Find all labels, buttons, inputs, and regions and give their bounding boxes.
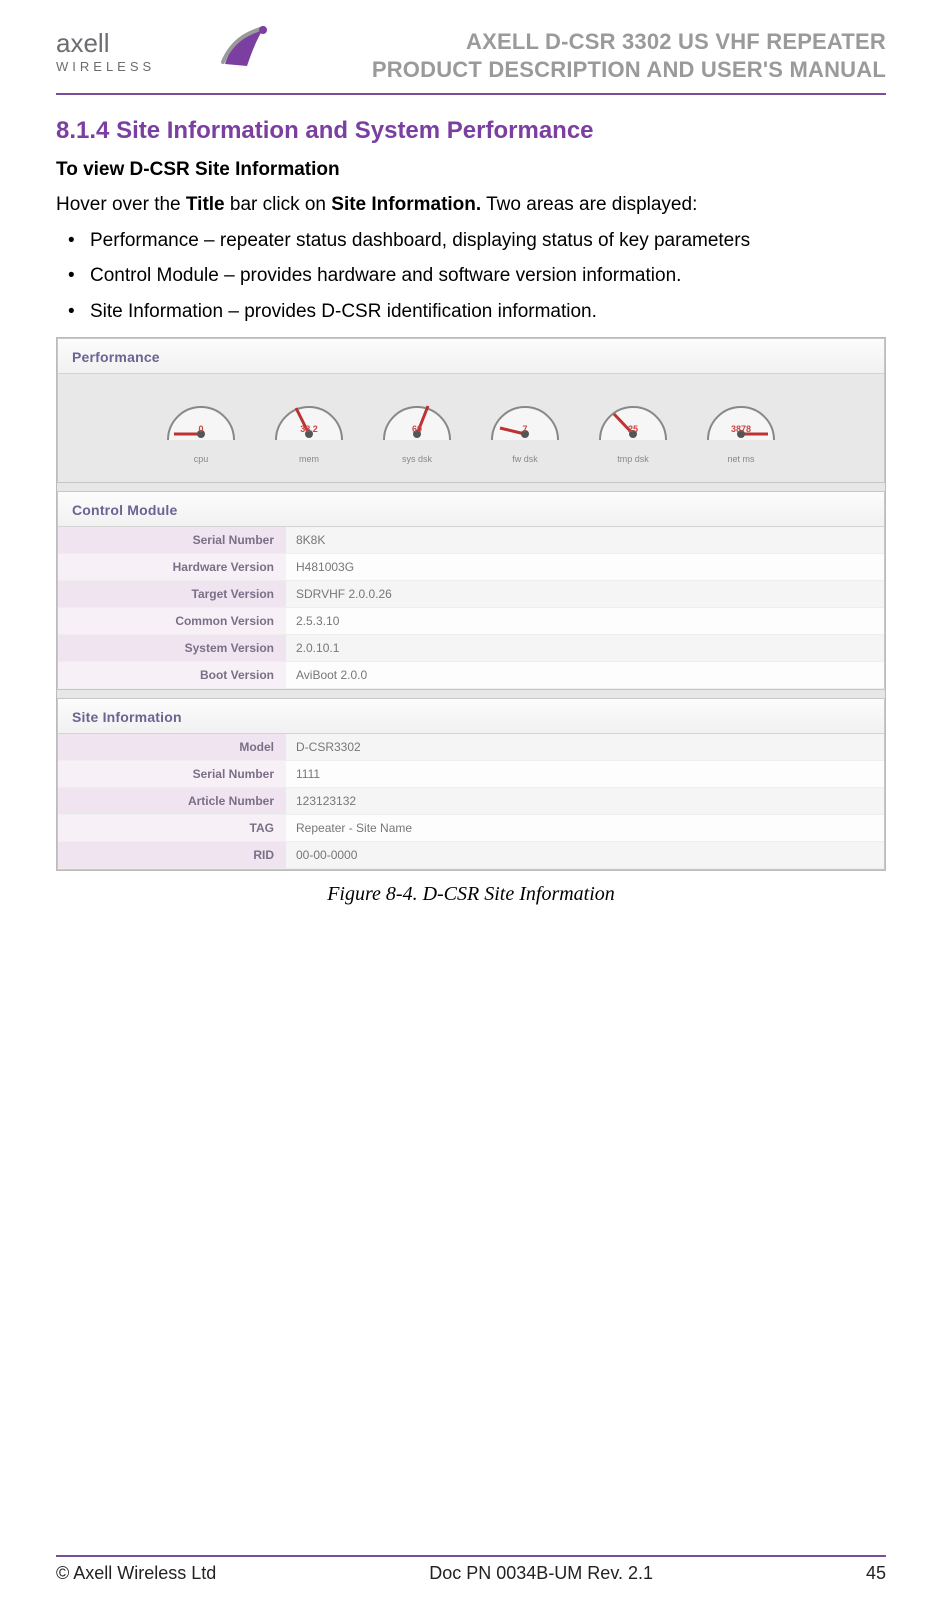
logo: axell WIRELESS <box>56 28 269 74</box>
intro-bold2: Site Information. <box>331 194 481 215</box>
bullet-item: Site Information – provides D-CSR identi… <box>64 298 886 326</box>
row-value: 1111 <box>286 761 884 787</box>
document-title-line1: AXELL D-CSR 3302 US VHF REPEATER <box>466 29 886 54</box>
document-title-line2: PRODUCT DESCRIPTION AND USER'S MANUAL <box>372 57 886 82</box>
gauge-label: fw dsk <box>482 454 568 464</box>
table-row: Common Version2.5.3.10 <box>58 608 884 635</box>
bullet-list: Performance – repeater status dashboard,… <box>56 227 886 326</box>
control-module-rows: Serial Number8K8K Hardware VersionH48100… <box>58 527 884 689</box>
row-value: 00-00-0000 <box>286 842 884 868</box>
row-value: 8K8K <box>286 527 884 553</box>
gauge-value: 25 <box>628 424 638 434</box>
figure-caption: Figure 8-4. D-CSR Site Information <box>56 883 886 906</box>
brand-subname: WIRELESS <box>56 59 155 74</box>
gauge-value: 0 <box>198 424 203 434</box>
row-value: D-CSR3302 <box>286 734 884 760</box>
gauge-sys-dsk: 60 sys dsk <box>374 388 460 464</box>
table-row: Serial Number1111 <box>58 761 884 788</box>
table-row: System Version2.0.10.1 <box>58 635 884 662</box>
table-row: Serial Number8K8K <box>58 527 884 554</box>
performance-panel: Performance 0 cpu 38.2 mem 60 sys dsk 7 … <box>57 338 885 483</box>
intro-prefix: Hover over the <box>56 194 186 215</box>
gauge-value: 38.2 <box>300 424 318 434</box>
row-label: Article Number <box>58 788 286 814</box>
table-row: ModelD-CSR3302 <box>58 734 884 761</box>
row-value: H481003G <box>286 554 884 580</box>
control-module-panel: Control Module Serial Number8K8K Hardwar… <box>57 491 885 690</box>
page-footer: © Axell Wireless Ltd Doc PN 0034B-UM Rev… <box>56 1555 886 1584</box>
control-module-panel-title: Control Module <box>58 492 884 527</box>
intro-text: Hover over the Title bar click on Site I… <box>56 191 886 219</box>
performance-panel-title: Performance <box>58 339 884 374</box>
logo-swoosh-icon <box>221 24 269 68</box>
gauge-row: 0 cpu 38.2 mem 60 sys dsk 7 fw dsk 25 <box>58 388 884 464</box>
table-row: Article Number123123132 <box>58 788 884 815</box>
intro-mid: bar click on <box>225 194 332 215</box>
section-title: Site Information and System Performance <box>116 117 593 144</box>
row-value: Repeater - Site Name <box>286 815 884 841</box>
gauge-label: net ms <box>698 454 784 464</box>
gauge-label: cpu <box>158 454 244 464</box>
table-row: Hardware VersionH481003G <box>58 554 884 581</box>
bullet-item: Control Module – provides hardware and s… <box>64 262 886 290</box>
footer-copyright: © Axell Wireless Ltd <box>56 1563 216 1584</box>
gauge-tmp-dsk: 25 tmp dsk <box>590 388 676 464</box>
embedded-screenshot: Performance 0 cpu 38.2 mem 60 sys dsk 7 … <box>56 337 886 871</box>
gauge-label: sys dsk <box>374 454 460 464</box>
row-value: 2.5.3.10 <box>286 608 884 634</box>
row-value: AviBoot 2.0.0 <box>286 662 884 688</box>
table-row: Boot VersionAviBoot 2.0.0 <box>58 662 884 689</box>
footer-doc-id: Doc PN 0034B-UM Rev. 2.1 <box>429 1563 653 1584</box>
intro-bold1: Title <box>186 194 225 215</box>
row-label: RID <box>58 842 286 868</box>
row-label: Common Version <box>58 608 286 634</box>
row-label: Hardware Version <box>58 554 286 580</box>
gauge-value: 3878 <box>731 424 751 434</box>
subheading: To view D-CSR Site Information <box>56 159 886 181</box>
intro-suffix: Two areas are displayed: <box>481 194 697 215</box>
footer-page-number: 45 <box>866 1563 886 1584</box>
row-label: Model <box>58 734 286 760</box>
row-value: 2.0.10.1 <box>286 635 884 661</box>
bullet-item: Performance – repeater status dashboard,… <box>64 227 886 255</box>
site-information-panel: Site Information ModelD-CSR3302 Serial N… <box>57 698 885 870</box>
gauge-value: 60 <box>412 424 422 434</box>
gauge-cpu: 0 cpu <box>158 388 244 464</box>
brand-name: axell <box>56 28 109 59</box>
gauge-fw-dsk: 7 fw dsk <box>482 388 568 464</box>
table-row: Target VersionSDRVHF 2.0.0.26 <box>58 581 884 608</box>
section-number: 8.1.4 <box>56 117 109 144</box>
table-row: RID00-00-0000 <box>58 842 884 869</box>
gauge-value: 7 <box>522 424 527 434</box>
row-label: Boot Version <box>58 662 286 688</box>
gauge-mem: 38.2 mem <box>266 388 352 464</box>
table-row: TAGRepeater - Site Name <box>58 815 884 842</box>
gauge-label: tmp dsk <box>590 454 676 464</box>
row-label: Target Version <box>58 581 286 607</box>
page-header: axell WIRELESS AXELL D-CSR 3302 US VHF R… <box>56 28 886 95</box>
performance-panel-body: 0 cpu 38.2 mem 60 sys dsk 7 fw dsk 25 <box>58 374 884 482</box>
row-value: SDRVHF 2.0.0.26 <box>286 581 884 607</box>
row-label: Serial Number <box>58 527 286 553</box>
row-value: 123123132 <box>286 788 884 814</box>
gauge-label: mem <box>266 454 352 464</box>
logo-text-block: axell WIRELESS <box>56 28 155 74</box>
row-label: System Version <box>58 635 286 661</box>
row-label: Serial Number <box>58 761 286 787</box>
row-label: TAG <box>58 815 286 841</box>
section-heading: 8.1.4 Site Information and System Perfor… <box>56 117 886 145</box>
gauge-net-ms: 3878 net ms <box>698 388 784 464</box>
site-information-rows: ModelD-CSR3302 Serial Number1111 Article… <box>58 734 884 869</box>
document-title: AXELL D-CSR 3302 US VHF REPEATER PRODUCT… <box>372 28 886 83</box>
site-information-panel-title: Site Information <box>58 699 884 734</box>
